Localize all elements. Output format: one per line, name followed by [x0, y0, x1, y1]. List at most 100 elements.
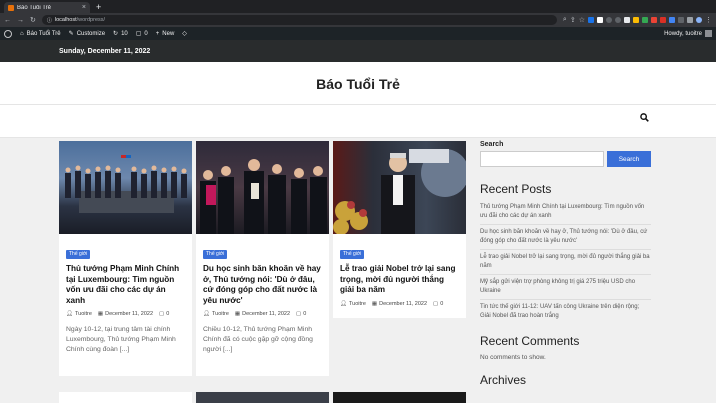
extensions-puzzle-icon[interactable]: [687, 17, 693, 23]
recent-post-link[interactable]: Thủ tướng Phạm Minh Chính tại Luxembourg…: [480, 200, 651, 225]
admin-customize[interactable]: ✎ Customize: [68, 30, 105, 38]
admin-new-label: New: [162, 30, 175, 37]
signing-ceremony-image: [65, 155, 187, 213]
comment-count: 0: [440, 300, 444, 307]
post-comments[interactable]: ▢ 0: [296, 311, 306, 317]
post-thumbnail[interactable]: [196, 141, 329, 234]
extension-icon[interactable]: [660, 17, 666, 23]
comment-count: 0: [166, 311, 170, 317]
updates-count: 10: [121, 30, 128, 37]
bookmark-star-icon[interactable]: ☆: [579, 16, 585, 24]
search-input[interactable]: [480, 151, 604, 167]
extension-icon[interactable]: [624, 17, 630, 23]
recent-post-link[interactable]: Tin tức thế giới 11-12: UAV tấn công Ukr…: [480, 300, 651, 324]
main-content: Thế giới Thủ tướng Phạm Minh Chính tại L…: [0, 141, 716, 403]
post-comments[interactable]: ▢ 0: [433, 301, 443, 307]
address-bar[interactable]: ⓘ localhost/wordpress/: [41, 15, 557, 25]
new-tab-button[interactable]: +: [96, 2, 101, 13]
post-thumbnail[interactable]: [333, 141, 466, 234]
post-card: Thế giới Thủ tướng Phạm Minh Chính tại L…: [59, 141, 192, 376]
recent-post-link[interactable]: Mỹ sắp gửi viện trợ phòng không trị giá …: [480, 275, 651, 300]
site-title[interactable]: Báo Tuổi Trẻ: [0, 76, 716, 92]
zoom-icon[interactable]: ⌕: [563, 16, 567, 24]
comment-icon: ▢: [159, 311, 165, 317]
date-text: December 11, 2022: [105, 311, 154, 317]
howdy-label: Howdy, tuoitre: [664, 30, 702, 37]
wordpress-logo-icon[interactable]: [4, 29, 12, 38]
share-icon[interactable]: ⇪: [570, 16, 576, 24]
post-title[interactable]: Thủ tướng Phạm Minh Chính tại Luxembourg…: [66, 264, 185, 306]
profile-avatar-icon[interactable]: [696, 17, 702, 23]
extension-icon[interactable]: [597, 17, 603, 23]
post-date[interactable]: ▦ December 11, 2022: [98, 311, 153, 317]
search-widget-heading: Search: [480, 141, 504, 148]
browser-tab[interactable]: Báo Tuổi Trẻ ×: [4, 2, 90, 13]
post-thumbnail[interactable]: [59, 141, 192, 234]
post-title[interactable]: Du học sinh băn khoăn về hay ở, Thủ tướn…: [203, 264, 322, 306]
back-icon[interactable]: ←: [4, 17, 11, 24]
user-icon: 👤︎: [340, 300, 347, 307]
menu-kebab-icon[interactable]: ⋮: [705, 16, 712, 24]
updates-icon: ↻: [113, 31, 119, 37]
recent-post-link[interactable]: Lễ trao giải Nobel trở lại sang trọng, m…: [480, 250, 651, 275]
post-title[interactable]: Lễ trao giải Nobel trở lại sang trọng, m…: [340, 264, 459, 296]
comment-icon: ▢: [296, 311, 302, 317]
post-thumbnail-partial[interactable]: [333, 392, 466, 403]
url-host: localhost: [54, 17, 77, 23]
post-thumbnail-partial[interactable]: [196, 392, 329, 403]
forward-icon[interactable]: →: [17, 17, 24, 24]
extension-icon[interactable]: [588, 17, 594, 23]
category-badge[interactable]: Thế giới: [340, 249, 365, 259]
date-text: December 11, 2022: [242, 311, 291, 317]
post-comments[interactable]: ▢ 0: [159, 311, 169, 317]
diamond-icon: ◇: [182, 31, 187, 37]
post-date[interactable]: ▦ December 11, 2022: [235, 311, 290, 317]
tab-title: Báo Tuổi Trẻ: [17, 4, 52, 11]
comment-icon: ▢: [433, 300, 439, 307]
close-tab-icon[interactable]: ×: [82, 4, 86, 11]
author-name: Tuoitre: [348, 300, 366, 307]
post-excerpt: Chiều 10-12, Thủ tướng Phạm Minh Chính đ…: [203, 326, 313, 353]
admin-new[interactable]: + New: [156, 31, 175, 37]
date-text: December 11, 2022: [379, 300, 428, 307]
extensions-area: ⌕ ⇪ ☆ ⋮: [563, 16, 712, 24]
post-thumbnail-partial[interactable]: [59, 392, 192, 403]
recent-posts-title: Recent Posts: [480, 182, 552, 196]
category-badge[interactable]: Thế giới: [203, 249, 228, 259]
extension-icon[interactable]: [678, 17, 684, 23]
admin-diamond[interactable]: ◇: [182, 30, 187, 37]
date-bar: Sunday, December 11, 2022: [0, 40, 716, 62]
admin-updates[interactable]: ↻ 10: [113, 30, 128, 38]
community-meeting-image: [200, 159, 327, 234]
post-author[interactable]: 👤︎ Tuoitre: [66, 311, 92, 317]
extension-icon[interactable]: [633, 17, 639, 23]
search-icon[interactable]: [640, 113, 649, 122]
author-name: Tuoitre: [74, 311, 92, 317]
admin-howdy[interactable]: Howdy, tuoitre: [664, 30, 712, 37]
calendar-icon: ▦: [234, 311, 241, 317]
extension-icon[interactable]: [606, 17, 612, 23]
no-comments-text: No comments to show.: [480, 354, 546, 361]
post-author[interactable]: 👤︎ Tuoitre: [340, 301, 366, 307]
category-badge[interactable]: Thế giới: [66, 249, 91, 259]
post-date[interactable]: ▦ December 11, 2022: [372, 301, 427, 307]
extension-icon[interactable]: [615, 17, 621, 23]
post-author[interactable]: 👤︎ Tuoitre: [203, 311, 229, 317]
admin-site-name[interactable]: ⌂ Báo Tuổi Trẻ: [20, 31, 61, 37]
post-card: Thế giới Lễ trao giải Nobel trở lại sang…: [333, 141, 466, 318]
comments-count: 0: [144, 30, 148, 37]
extension-icon[interactable]: [642, 17, 648, 23]
post-card: Thế giới Du học sinh băn khoăn về hay ở,…: [196, 141, 329, 376]
admin-comments[interactable]: ▢ 0: [136, 30, 148, 38]
extension-icon[interactable]: [651, 17, 657, 23]
reload-icon[interactable]: ↻: [30, 16, 36, 24]
extension-icon[interactable]: [669, 17, 675, 23]
brush-icon: ✎: [68, 31, 74, 37]
recent-post-link[interactable]: Du học sinh băn khoăn về hay ở, Thủ tướn…: [480, 225, 651, 250]
post-excerpt: Ngày 10-12, tại trung tâm tài chính Luxe…: [66, 326, 176, 353]
search-button[interactable]: Search: [607, 151, 651, 167]
archives-title: Archives: [480, 373, 527, 387]
author-name: Tuoitre: [211, 311, 229, 317]
info-icon[interactable]: ⓘ: [47, 17, 52, 24]
url-path: /wordpress/: [76, 17, 106, 23]
